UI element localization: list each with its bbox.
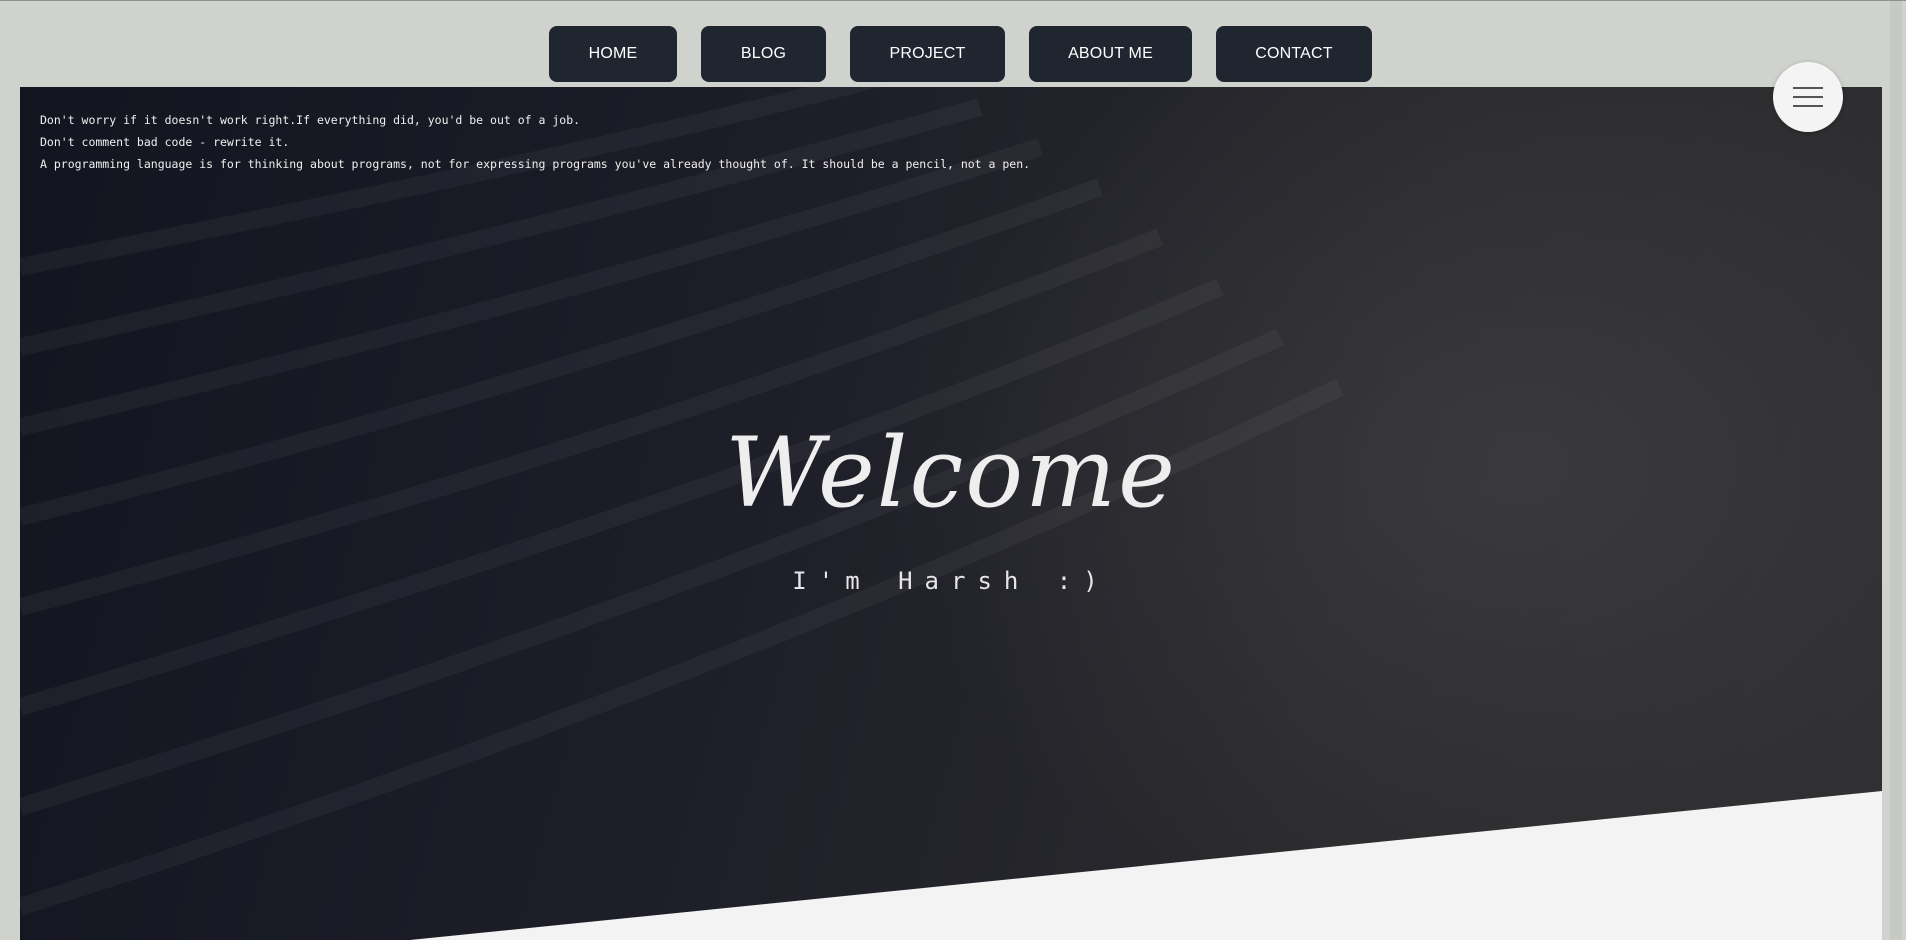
welcome-heading: Welcome <box>725 417 1177 529</box>
quote-line: Don't worry if it doesn't work right.If … <box>40 113 581 127</box>
programming-quotes: Don't worry if it doesn't work right.If … <box>40 109 1030 175</box>
hero-subtitle: I'm Harsh :) <box>792 567 1110 595</box>
hamburger-menu-button[interactable] <box>1773 62 1843 132</box>
nav-blog-button[interactable]: BLOG <box>701 26 826 82</box>
page: HOME BLOG PROJECT ABOUT ME CONTACT Don't… <box>0 0 1906 940</box>
nav-about-me-button[interactable]: ABOUT ME <box>1029 26 1192 82</box>
scrollbar-thumb[interactable] <box>1890 1 1902 940</box>
nav-project-button[interactable]: PROJECT <box>850 26 1005 82</box>
quote-line: A programming language is for thinking a… <box>40 157 1031 171</box>
top-navigation: HOME BLOG PROJECT ABOUT ME CONTACT <box>549 26 1372 82</box>
page-scrollbar[interactable] <box>1886 1 1906 940</box>
hamburger-menu-icon <box>1793 87 1823 107</box>
hero-section: Don't worry if it doesn't work right.If … <box>20 87 1882 940</box>
nav-contact-button[interactable]: CONTACT <box>1216 26 1372 82</box>
quote-line: Don't comment bad code - rewrite it. <box>40 135 290 149</box>
nav-home-button[interactable]: HOME <box>549 26 677 82</box>
